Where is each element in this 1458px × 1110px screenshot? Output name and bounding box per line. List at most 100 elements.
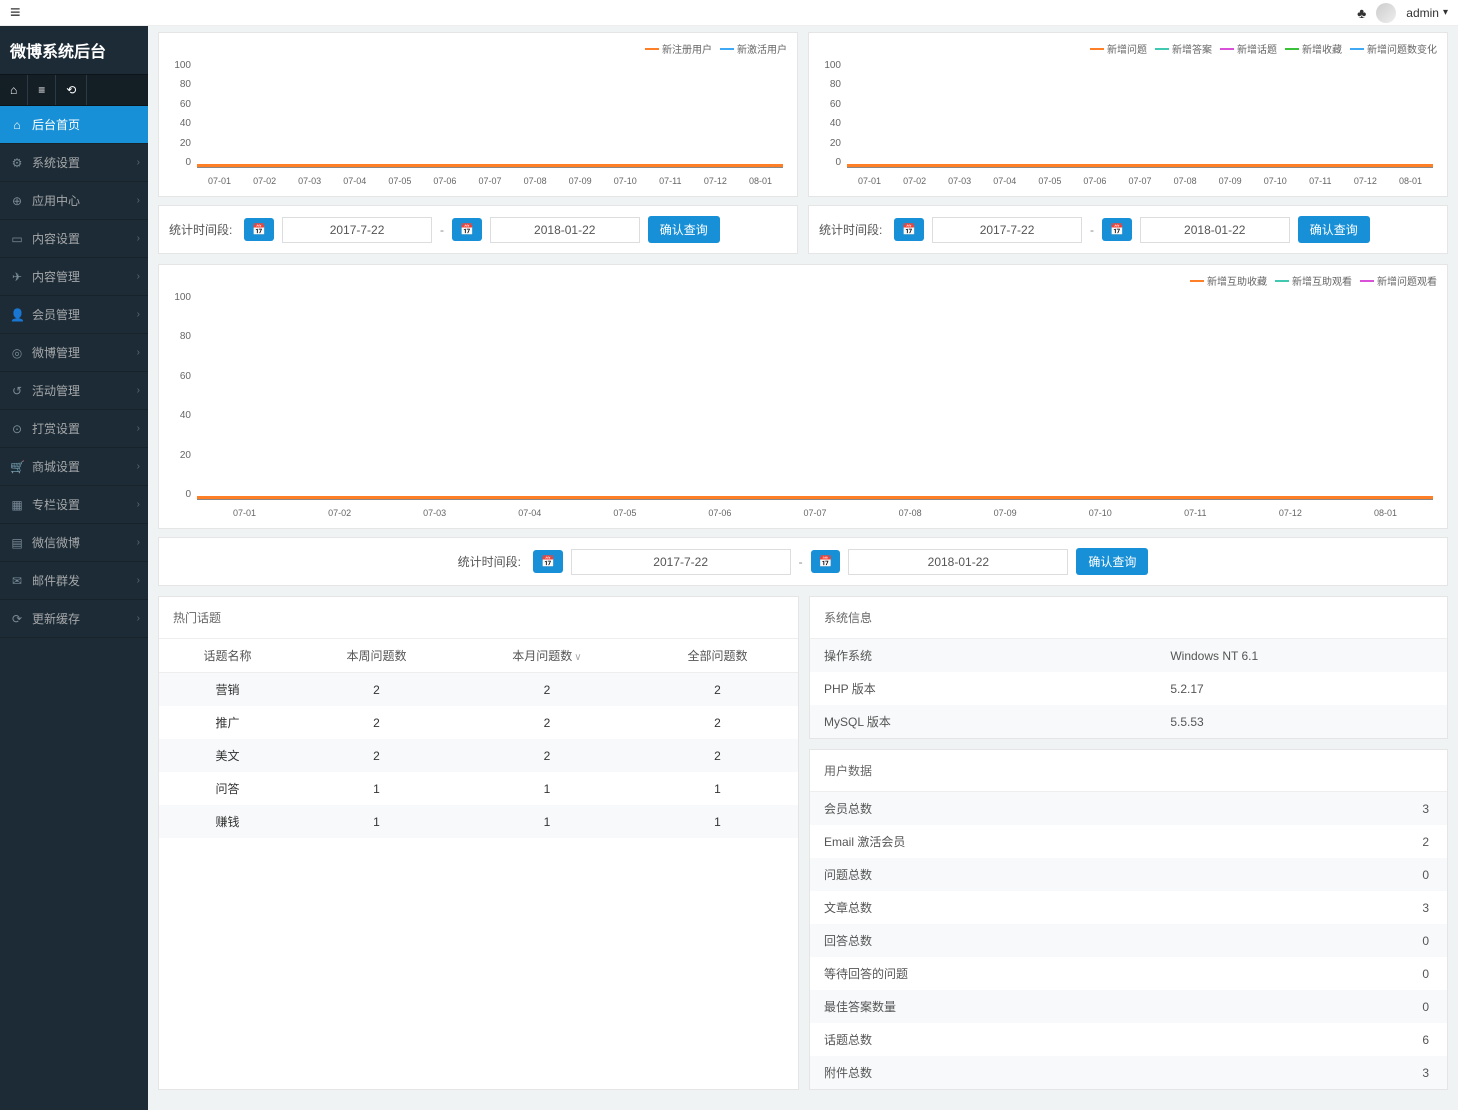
tick: 07-02 [292,508,387,518]
cell: 2 [296,739,457,772]
sidebar-item-13[interactable]: ⟳更新缓存› [0,600,148,638]
tick: 07-04 [332,176,377,186]
date-from-input[interactable] [571,549,791,575]
nav-icon: ⌂ [10,118,24,132]
calendar-icon[interactable]: 📅 [894,218,924,241]
legend-item[interactable]: 新增互助收藏 [1190,273,1267,288]
filter-label: 统计时间段: [819,221,882,238]
cell: 0 [1160,924,1447,957]
cell: 话题总数 [810,1023,1160,1056]
filter-label: 统计时间段: [169,221,232,238]
calendar-icon[interactable]: 📅 [244,218,274,241]
legend-item[interactable]: 新增收藏 [1285,41,1342,56]
notification-icon[interactable]: ♣ [1357,5,1366,21]
tick: 0 [169,157,191,168]
col-header[interactable]: 本月问题数∨ [457,639,637,673]
nav-label: 内容管理 [32,268,80,285]
cell: 美文 [159,739,296,772]
menu-toggle-icon[interactable]: ≡ [10,2,21,23]
legend-item[interactable]: 新注册用户 [645,41,712,56]
sidebar-item-12[interactable]: ✉邮件群发› [0,562,148,600]
calendar-icon[interactable]: 📅 [811,550,841,573]
chevron-right-icon: › [137,461,140,472]
cell: 问答 [159,772,296,805]
cell: 3 [1160,891,1447,924]
calendar-icon[interactable]: 📅 [452,218,482,241]
nav-label: 专栏设置 [32,496,80,513]
col-header[interactable]: 本周问题数 [296,639,457,673]
sidebar-item-9[interactable]: 🛒商城设置› [0,448,148,486]
sidebar-item-8[interactable]: ⊙打赏设置› [0,410,148,448]
date-to-input[interactable] [490,217,640,243]
chart-line [197,164,783,167]
tick: 40 [169,118,191,129]
cell: 2 [637,739,798,772]
nav-icon: ✈ [10,270,24,284]
sidebar-item-5[interactable]: 👤会员管理› [0,296,148,334]
tick: 07-10 [603,176,648,186]
home-icon[interactable]: ⌂ [0,75,28,105]
sidebar-item-2[interactable]: ⊕应用中心› [0,182,148,220]
calendar-icon[interactable]: 📅 [1102,218,1132,241]
legend-item[interactable]: 新增问题 [1090,41,1147,56]
tick: 60 [169,99,191,110]
sidebar-item-6[interactable]: ◎微博管理› [0,334,148,372]
sysinfo-table: 操作系统Windows NT 6.1PHP 版本5.2.17MySQL 版本5.… [810,639,1447,738]
chevron-right-icon: › [137,499,140,510]
dash: - [799,555,803,569]
col-header[interactable]: 话题名称 [159,639,296,673]
cell: 文章总数 [810,891,1160,924]
chevron-right-icon: › [137,309,140,320]
sidebar-item-7[interactable]: ↺活动管理› [0,372,148,410]
refresh-icon[interactable]: ⟲ [56,75,87,105]
tick: 08-01 [738,176,783,186]
date-to-input[interactable] [848,549,1068,575]
tick: 07-02 [892,176,937,186]
chevron-right-icon: › [137,423,140,434]
sidebar-item-10[interactable]: ▦专栏设置› [0,486,148,524]
tick: 100 [169,292,191,303]
date-from-input[interactable] [282,217,432,243]
confirm-query-button[interactable]: 确认查询 [1298,216,1370,243]
tick: 07-01 [197,176,242,186]
date-to-input[interactable] [1140,217,1290,243]
table-row: 赚钱111 [159,805,798,838]
date-from-input[interactable] [932,217,1082,243]
legend-item[interactable]: 新增话题 [1220,41,1277,56]
nav-icon: ↺ [10,384,24,398]
chart-legend: 新增互助收藏新增互助观看新增问题观看 [169,273,1437,288]
cell: 0 [1160,858,1447,891]
cell: 2 [1160,825,1447,858]
tick: 07-01 [847,176,892,186]
nav-label: 更新缓存 [32,610,80,627]
col-header[interactable]: 全部问题数 [637,639,798,673]
legend-item[interactable]: 新激活用户 [720,41,787,56]
nav-label: 商城设置 [32,458,80,475]
table-row: 操作系统Windows NT 6.1 [810,639,1447,672]
sidebar-item-11[interactable]: ▤微信微博› [0,524,148,562]
sidebar-toolbar: ⌂ ≡ ⟲ [0,74,148,106]
confirm-query-button[interactable]: 确认查询 [1076,548,1148,575]
sidebar-item-1[interactable]: ⚙系统设置› [0,144,148,182]
user-menu[interactable]: admin ▾ [1406,6,1448,20]
avatar[interactable] [1376,3,1396,23]
tick: 07-11 [1148,508,1243,518]
confirm-query-button[interactable]: 确认查询 [648,216,720,243]
legend-item[interactable]: 新增问题数变化 [1350,41,1437,56]
cell: 附件总数 [810,1056,1160,1089]
list-icon[interactable]: ≡ [28,75,56,105]
legend-item[interactable]: 新增答案 [1155,41,1212,56]
calendar-icon[interactable]: 📅 [533,550,563,573]
nav-label: 应用中心 [32,192,80,209]
table-row: 文章总数3 [810,891,1447,924]
sidebar-item-0[interactable]: ⌂后台首页 [0,106,148,144]
tick: 07-09 [958,508,1053,518]
sidebar-item-3[interactable]: ▭内容设置› [0,220,148,258]
legend-item[interactable]: 新增互助观看 [1275,273,1352,288]
panel-title: 系统信息 [810,597,1447,639]
hot-topic-panel: 热门话题 话题名称本周问题数本月问题数∨全部问题数 营销222推广222美文22… [158,596,799,1090]
legend-item[interactable]: 新增问题观看 [1360,273,1437,288]
sidebar-item-4[interactable]: ✈内容管理› [0,258,148,296]
chart3-filter: 统计时间段: 📅 - 📅 确认查询 [158,537,1448,586]
caret-down-icon: ▾ [1443,7,1448,18]
